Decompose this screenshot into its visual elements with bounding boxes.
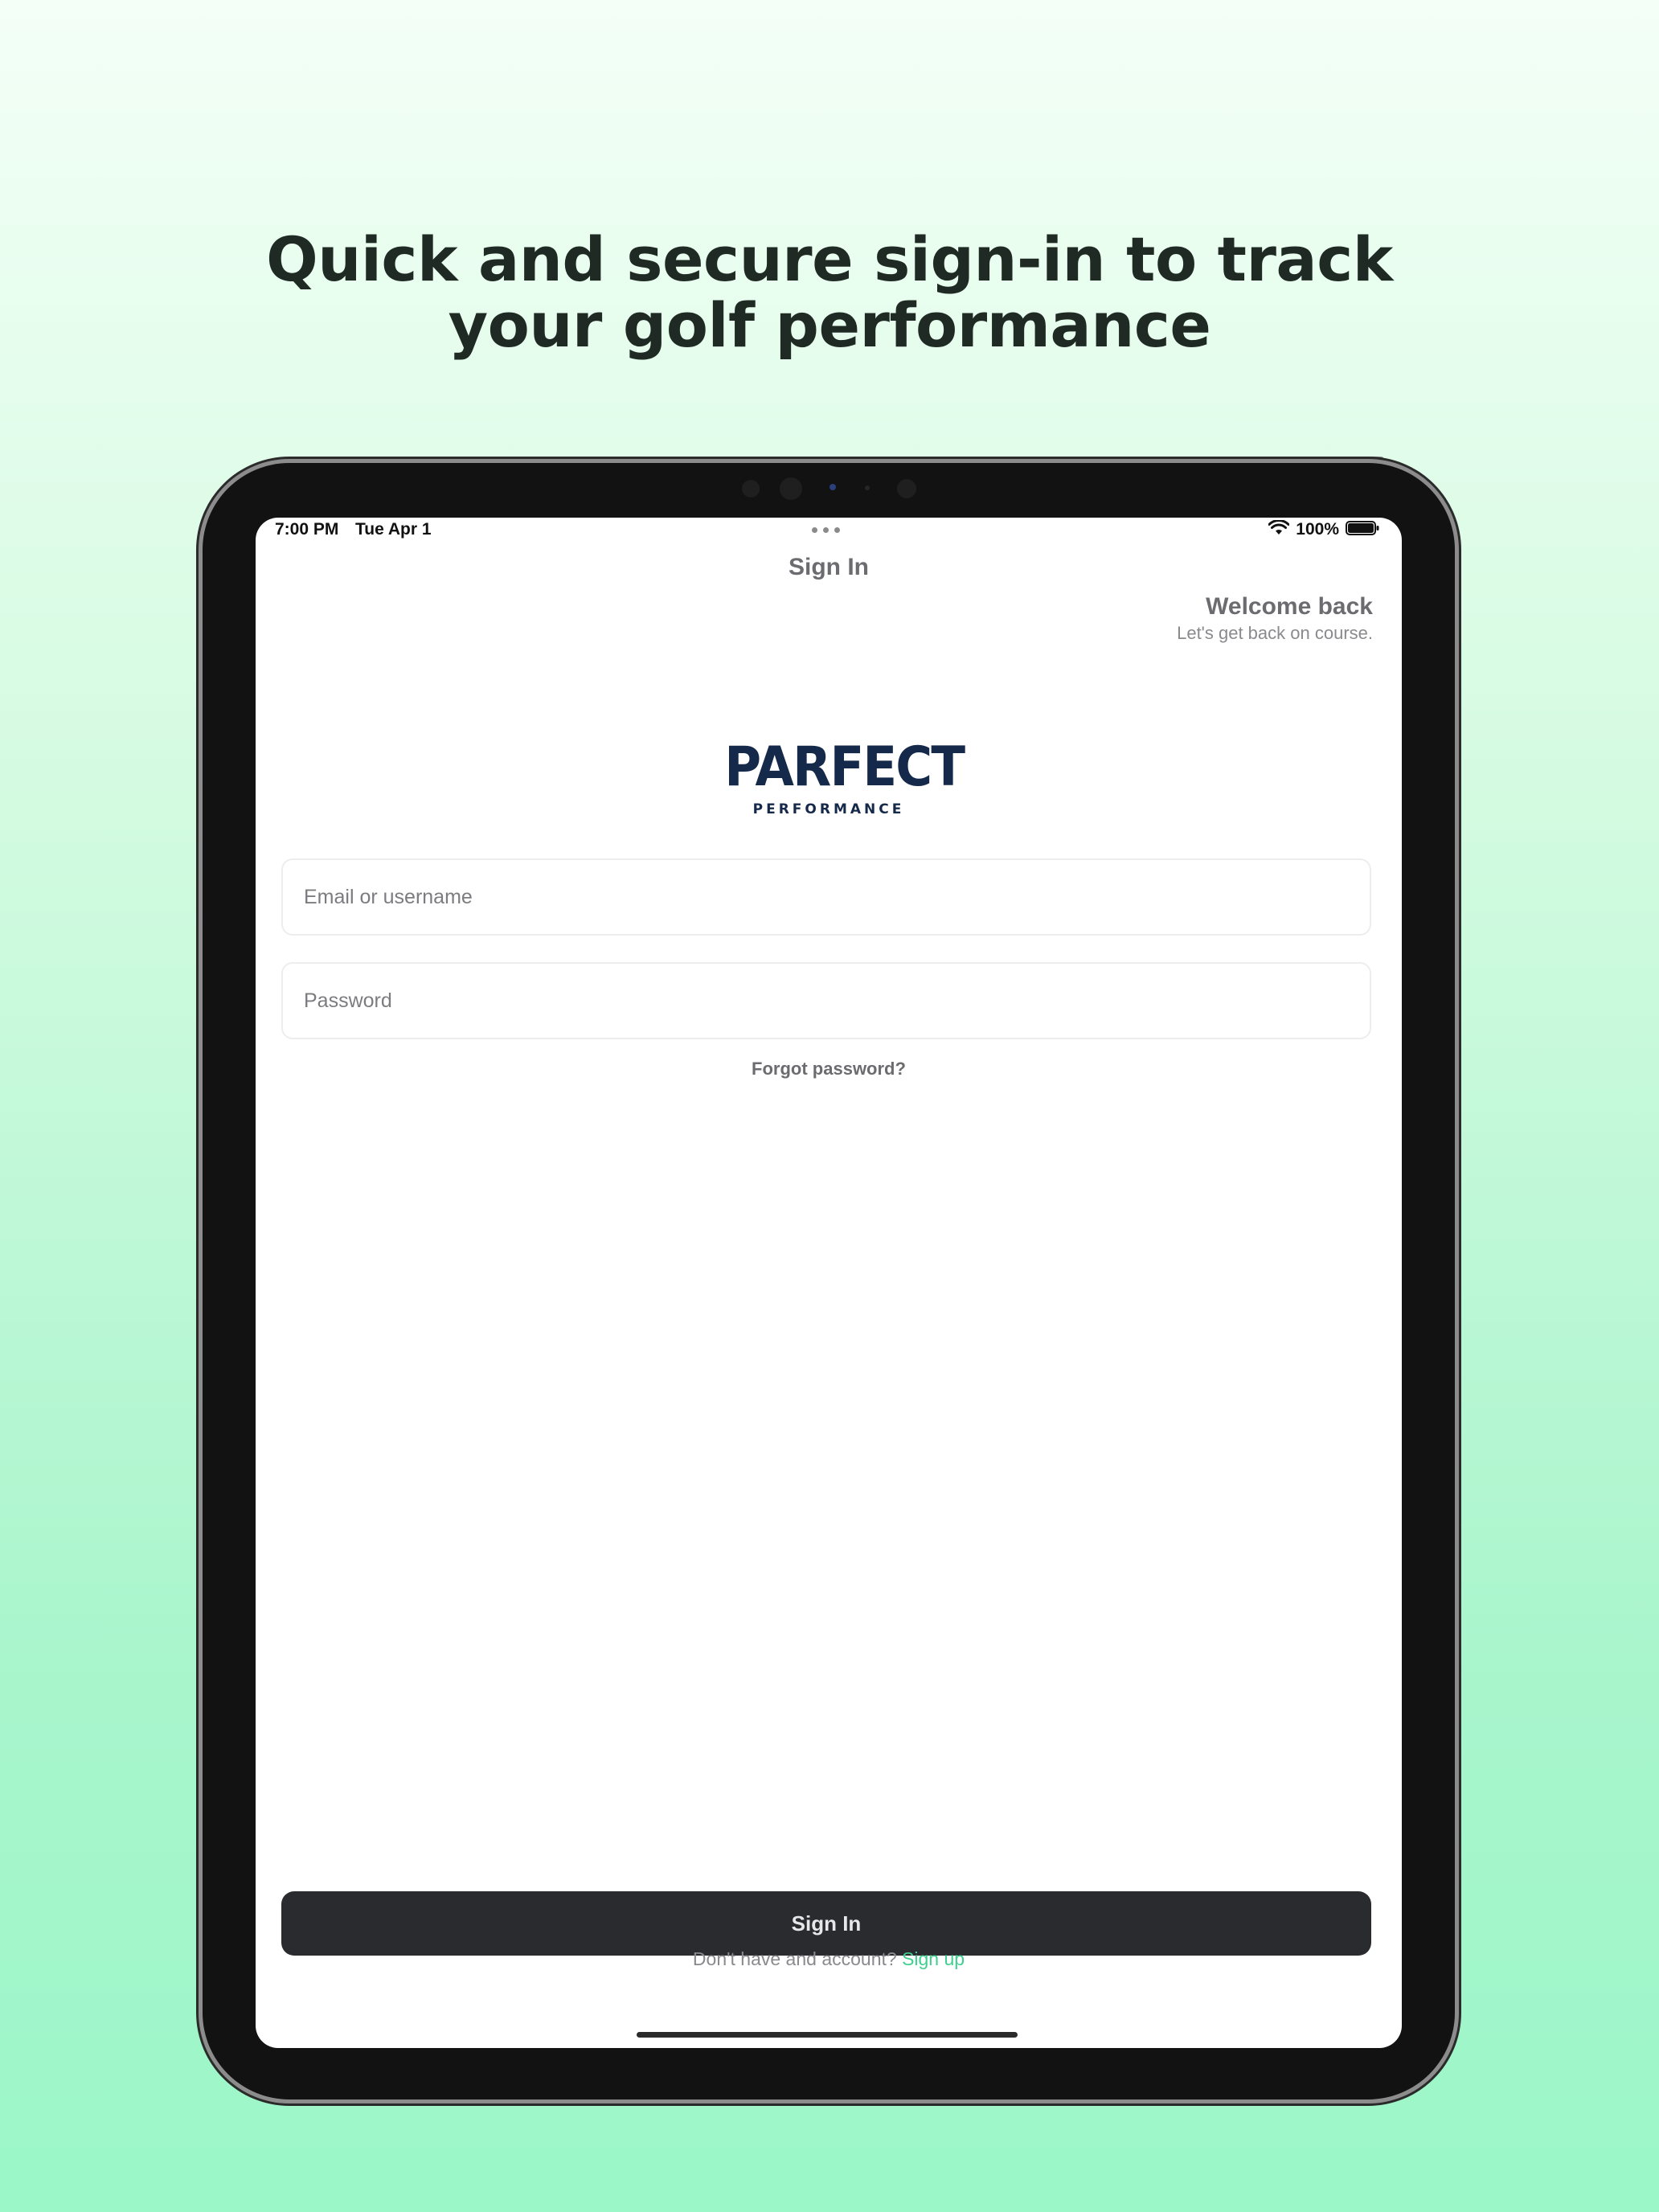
headline: Quick and secure sign-in to track your g… xyxy=(0,227,1659,358)
email-field[interactable] xyxy=(281,858,1371,936)
app-screen: 7:00 PM Tue Apr 1 100% Sign In Welcome b… xyxy=(256,518,1402,2048)
status-date: Tue Apr 1 xyxy=(355,520,432,539)
password-input[interactable] xyxy=(283,964,1370,1038)
sensor-dot xyxy=(865,485,870,490)
logo-wordmark: PARFECT xyxy=(724,735,965,799)
logo-tagline: PERFORMANCE xyxy=(752,801,905,817)
wifi-icon xyxy=(1268,518,1290,540)
sensor-dot xyxy=(742,480,760,498)
headline-line-1: Quick and secure sign-in to track xyxy=(266,223,1393,295)
indicator-dot xyxy=(830,484,836,490)
sign-up-link[interactable]: Sign up xyxy=(902,1948,965,1969)
email-input[interactable] xyxy=(283,860,1370,934)
camera-lens xyxy=(780,477,802,500)
home-indicator[interactable] xyxy=(637,2032,1018,2038)
password-field[interactable] xyxy=(281,962,1371,1039)
camera-bar xyxy=(730,476,931,500)
signup-row: Don't have and account? Sign up xyxy=(256,1947,1402,1971)
signup-prompt: Don't have and account? xyxy=(692,1948,897,1969)
welcome-title: Welcome back xyxy=(1206,593,1373,620)
battery-percent: 100% xyxy=(1296,520,1339,539)
status-time: 7:00 PM xyxy=(275,520,339,539)
sign-in-button[interactable]: Sign In xyxy=(281,1891,1371,1956)
multitasking-dots-icon[interactable] xyxy=(812,527,846,534)
nav-title: Sign In xyxy=(789,554,869,580)
headline-line-2: your golf performance xyxy=(448,289,1211,361)
device-volume-up-button xyxy=(1455,579,1461,645)
battery-icon xyxy=(1346,520,1379,540)
parfect-logo: PARFECT PERFORMANCE xyxy=(715,735,965,821)
sensor-dot xyxy=(897,479,916,498)
forgot-password-link[interactable]: Forgot password? xyxy=(256,1058,1402,1080)
status-right: 100% xyxy=(1268,518,1379,542)
device-volume-down-button xyxy=(1455,653,1461,719)
welcome-subtitle: Let's get back on course. xyxy=(1177,623,1373,643)
